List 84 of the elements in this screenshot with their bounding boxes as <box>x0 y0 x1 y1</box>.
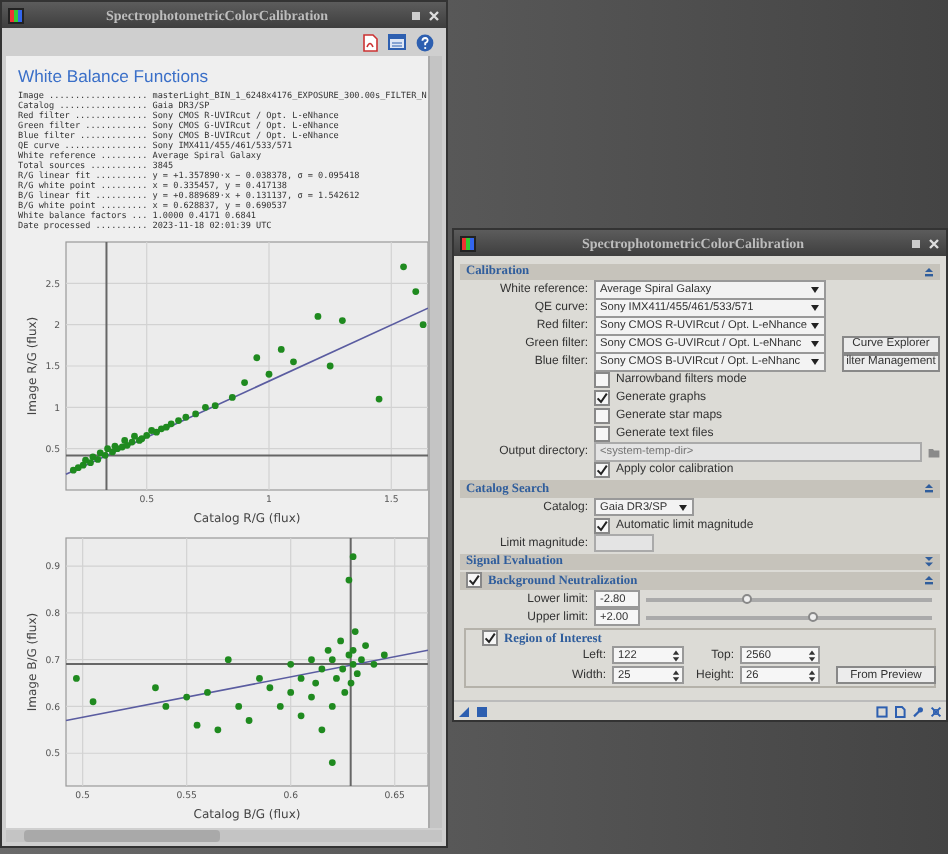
data-point <box>204 689 211 696</box>
app-icon <box>8 7 24 23</box>
window-icon[interactable] <box>388 34 406 50</box>
data-point <box>349 553 357 561</box>
checkbox[interactable] <box>594 426 610 442</box>
checkbox[interactable] <box>594 517 610 533</box>
data-point <box>276 703 284 710</box>
check-icon <box>596 392 608 404</box>
data-point <box>287 660 295 668</box>
checkbox[interactable] <box>594 462 610 478</box>
data-point <box>297 712 305 720</box>
data-point <box>193 721 201 729</box>
data-point <box>314 313 322 320</box>
data-point <box>162 703 170 710</box>
slider-thumb[interactable] <box>808 611 819 621</box>
check-icon <box>596 519 608 531</box>
wrench-icon[interactable] <box>912 705 924 717</box>
data-point <box>345 576 353 584</box>
spin-arrows-icon <box>808 669 816 681</box>
spin-arrows-icon <box>808 649 816 661</box>
expand-icon[interactable] <box>924 555 934 568</box>
data-point <box>235 703 243 710</box>
data-point <box>224 656 232 664</box>
check-icon <box>596 464 608 476</box>
app-icon <box>460 235 476 251</box>
data-point <box>256 675 263 682</box>
data-point <box>245 717 253 724</box>
data-point <box>265 370 273 378</box>
data-point <box>183 693 191 701</box>
data-point <box>351 628 359 635</box>
square-icon[interactable] <box>476 705 488 717</box>
data-point <box>419 321 427 329</box>
reset-icon[interactable] <box>930 705 942 717</box>
data-point <box>297 675 305 682</box>
square-outline-icon[interactable] <box>876 705 888 717</box>
slider-thumb[interactable] <box>742 593 753 603</box>
data-point <box>400 263 407 271</box>
number-field[interactable] <box>594 533 654 553</box>
folder-icon[interactable] <box>928 447 940 457</box>
data-point <box>375 395 383 403</box>
data-point <box>214 726 222 734</box>
spin-arrows-icon <box>672 649 680 661</box>
triangle-icon[interactable] <box>458 705 470 717</box>
close-icon[interactable] <box>928 237 940 249</box>
data-point <box>277 346 285 353</box>
checkbox[interactable] <box>482 630 498 646</box>
minimize-icon[interactable] <box>910 237 922 249</box>
data-point <box>328 703 336 710</box>
caret-icon <box>678 503 688 511</box>
data-point <box>290 358 297 366</box>
data-point <box>253 354 261 362</box>
data-point <box>337 637 344 645</box>
checkbox[interactable] <box>594 390 610 406</box>
data-point <box>318 726 326 734</box>
collapse-icon[interactable] <box>924 574 934 587</box>
data-point <box>312 679 320 687</box>
data-point <box>362 642 369 649</box>
close-icon[interactable] <box>428 9 440 21</box>
checkbox[interactable] <box>594 372 610 388</box>
data-point <box>241 379 248 386</box>
check-icon <box>468 574 480 587</box>
data-point <box>152 684 159 692</box>
data-point <box>308 656 315 664</box>
data-point <box>412 288 420 295</box>
data-point <box>287 689 295 696</box>
collapse-icon[interactable] <box>924 265 934 278</box>
data-point <box>89 698 97 706</box>
data-point <box>266 684 274 692</box>
data-point <box>228 394 236 401</box>
data-point <box>339 317 346 324</box>
data-point <box>328 759 336 766</box>
minimize-icon[interactable] <box>410 9 422 21</box>
data-point <box>308 693 315 701</box>
checkbox[interactable] <box>594 408 610 424</box>
checkbox[interactable] <box>466 572 482 589</box>
collapse-icon[interactable] <box>924 482 934 495</box>
report-heading: White Balance Functions <box>18 66 211 86</box>
data-point <box>326 362 334 370</box>
pdf-icon[interactable] <box>362 33 378 51</box>
document-icon[interactable] <box>894 705 906 717</box>
spin-arrows-icon <box>672 669 680 681</box>
data-point <box>73 675 80 682</box>
help-icon[interactable] <box>416 33 434 51</box>
check-icon <box>484 632 496 644</box>
